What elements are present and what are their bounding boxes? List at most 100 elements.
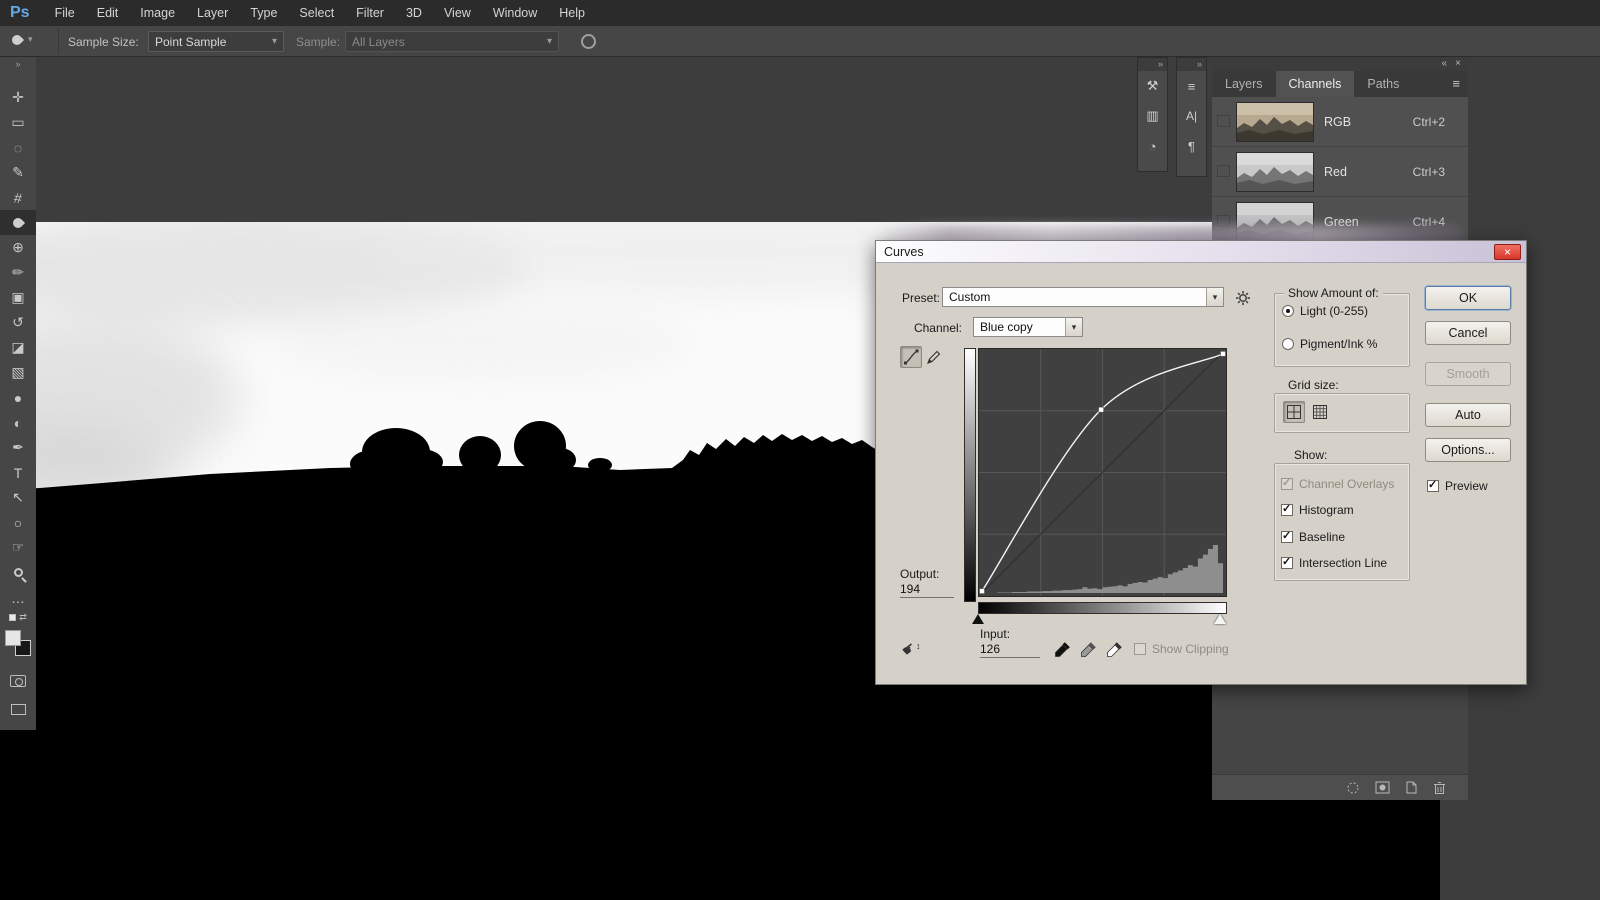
tab-layers[interactable]: Layers (1212, 71, 1276, 97)
delete-channel-icon[interactable] (1433, 781, 1446, 795)
menu-window[interactable]: Window (482, 0, 548, 26)
simple-grid-button[interactable] (1283, 401, 1305, 423)
tool-presets-icon[interactable]: ⚒ (1138, 71, 1167, 101)
light-radio-row[interactable]: Light (0-255) (1282, 304, 1368, 318)
channel-overlays-checkbox[interactable] (1281, 478, 1293, 490)
menu-file[interactable]: File (44, 0, 86, 26)
type-tool[interactable]: T (0, 460, 36, 485)
dialog-close-button[interactable]: × (1494, 244, 1521, 260)
character-panel-icon[interactable]: A| (1177, 101, 1206, 131)
pigment-radio[interactable] (1282, 338, 1294, 350)
cancel-button[interactable]: Cancel (1425, 321, 1511, 345)
baseline-checkbox[interactable] (1281, 531, 1293, 543)
clone-stamp-tool[interactable]: ▣ (0, 285, 36, 310)
crop-tool[interactable]: # (0, 185, 36, 210)
screen-mode-button[interactable] (0, 697, 36, 722)
gray-point-eyedropper-button[interactable] (1078, 638, 1100, 660)
menu-3d[interactable]: 3D (395, 0, 433, 26)
sample-select[interactable]: All Layers ▾ (345, 31, 559, 52)
channel-thumbnail[interactable] (1236, 102, 1314, 142)
channel-row-red[interactable]: Red Ctrl+3 (1212, 147, 1468, 197)
ok-button[interactable]: OK (1425, 286, 1511, 310)
ellipse-shape-tool[interactable]: ○ (0, 510, 36, 535)
move-tool[interactable]: ✛ (0, 85, 36, 110)
menu-filter[interactable]: Filter (345, 0, 395, 26)
preview-row[interactable]: Preview (1427, 479, 1488, 493)
eyedropper-tool[interactable] (0, 210, 36, 235)
default-colors-controls[interactable]: ⇄ (0, 610, 36, 624)
tab-channels[interactable]: Channels (1276, 71, 1355, 97)
menu-view[interactable]: View (433, 0, 482, 26)
strip-expand-icon[interactable]: » (1177, 58, 1206, 71)
show-clipping-row[interactable]: Show Clipping (1134, 642, 1229, 656)
eraser-tool[interactable]: ◪ (0, 335, 36, 360)
adjustments-panel-icon[interactable]: ≡ (1177, 71, 1206, 101)
info-panel-icon[interactable]: ◔ (1138, 131, 1167, 161)
black-point-slider[interactable] (972, 614, 984, 624)
histogram-checkbox[interactable] (1281, 504, 1293, 516)
brush-tool[interactable]: ✏ (0, 260, 36, 285)
output-value-field[interactable]: 194 (900, 582, 954, 598)
intersection-line-row[interactable]: Intersection Line (1281, 556, 1387, 570)
black-point-eyedropper-button[interactable] (1052, 638, 1074, 660)
tool-preset-picker[interactable]: ▾ (12, 34, 33, 45)
tab-paths[interactable]: Paths (1354, 71, 1412, 97)
menu-type[interactable]: Type (239, 0, 288, 26)
channel-select[interactable]: Blue copy ▾ (973, 317, 1083, 337)
healing-brush-tool[interactable]: ⊕ (0, 235, 36, 260)
preview-checkbox[interactable] (1427, 480, 1439, 492)
pen-tool[interactable]: ✒ (0, 435, 36, 460)
paragraph-panel-icon[interactable]: ¶ (1177, 131, 1206, 161)
auto-button[interactable]: Auto (1425, 403, 1511, 427)
gradient-tool[interactable]: ▧ (0, 360, 36, 385)
quick-mask-button[interactable] (0, 668, 36, 693)
baseline-row[interactable]: Baseline (1281, 530, 1345, 544)
curve-editor[interactable] (978, 348, 1227, 597)
dock-collapse-icon[interactable]: « (1441, 58, 1447, 70)
rectangular-marquee-tool[interactable]: ▭ (0, 110, 36, 135)
options-button[interactable]: Options... (1425, 438, 1511, 462)
dodge-tool[interactable]: ◐ (0, 410, 36, 435)
menu-help[interactable]: Help (548, 0, 596, 26)
on-image-adjustment-button[interactable]: ☛ ↕ (902, 640, 926, 660)
menu-edit[interactable]: Edit (86, 0, 130, 26)
smooth-button[interactable]: Smooth (1425, 362, 1511, 386)
light-radio[interactable] (1282, 305, 1294, 317)
curve-point-tool-button[interactable] (900, 346, 922, 368)
channel-overlays-row[interactable]: Channel Overlays (1281, 477, 1394, 491)
lasso-tool[interactable]: ◌ (0, 135, 36, 160)
quick-selection-tool[interactable]: ✎ (0, 160, 36, 185)
history-brush-tool[interactable]: ↺ (0, 310, 36, 335)
channel-row-rgb[interactable]: RGB Ctrl+2 (1212, 97, 1468, 147)
input-value-field[interactable]: 126 (980, 642, 1040, 658)
white-point-eyedropper-button[interactable] (1104, 638, 1126, 660)
visibility-toggle[interactable] (1217, 165, 1230, 177)
new-channel-icon[interactable] (1405, 781, 1418, 794)
pigment-radio-row[interactable]: Pigment/Ink % (1282, 337, 1377, 351)
histogram-row[interactable]: Histogram (1281, 503, 1354, 517)
curve-pencil-tool-button[interactable] (923, 346, 945, 368)
intersection-line-checkbox[interactable] (1281, 557, 1293, 569)
histogram-panel-icon[interactable]: ▥ (1138, 101, 1167, 131)
detailed-grid-button[interactable] (1309, 401, 1331, 423)
zoom-tool[interactable] (0, 560, 36, 585)
hand-tool[interactable]: ☞ (0, 535, 36, 560)
dialog-titlebar[interactable]: Curves × (876, 241, 1526, 263)
toolbar-collapse-icon[interactable]: » (0, 57, 36, 73)
load-selection-icon[interactable] (1346, 781, 1360, 795)
menu-select[interactable]: Select (288, 0, 345, 26)
path-selection-tool[interactable]: ↖ (0, 485, 36, 510)
preset-options-button[interactable] (1232, 287, 1254, 309)
foreground-color-swatch[interactable] (5, 630, 21, 646)
menu-layer[interactable]: Layer (186, 0, 239, 26)
channel-thumbnail[interactable] (1236, 152, 1314, 192)
strip-expand-icon[interactable]: » (1138, 58, 1167, 71)
white-point-slider[interactable] (1214, 614, 1226, 624)
edit-toolbar-button[interactable]: … (0, 585, 36, 610)
save-selection-as-channel-icon[interactable] (1375, 781, 1390, 794)
sampling-ring-toggle-icon[interactable] (581, 34, 596, 49)
color-swatches[interactable] (5, 630, 31, 656)
sample-size-select[interactable]: Point Sample ▾ (148, 31, 284, 52)
panel-menu-icon[interactable]: ≡ (1452, 76, 1460, 91)
menu-image[interactable]: Image (129, 0, 186, 26)
